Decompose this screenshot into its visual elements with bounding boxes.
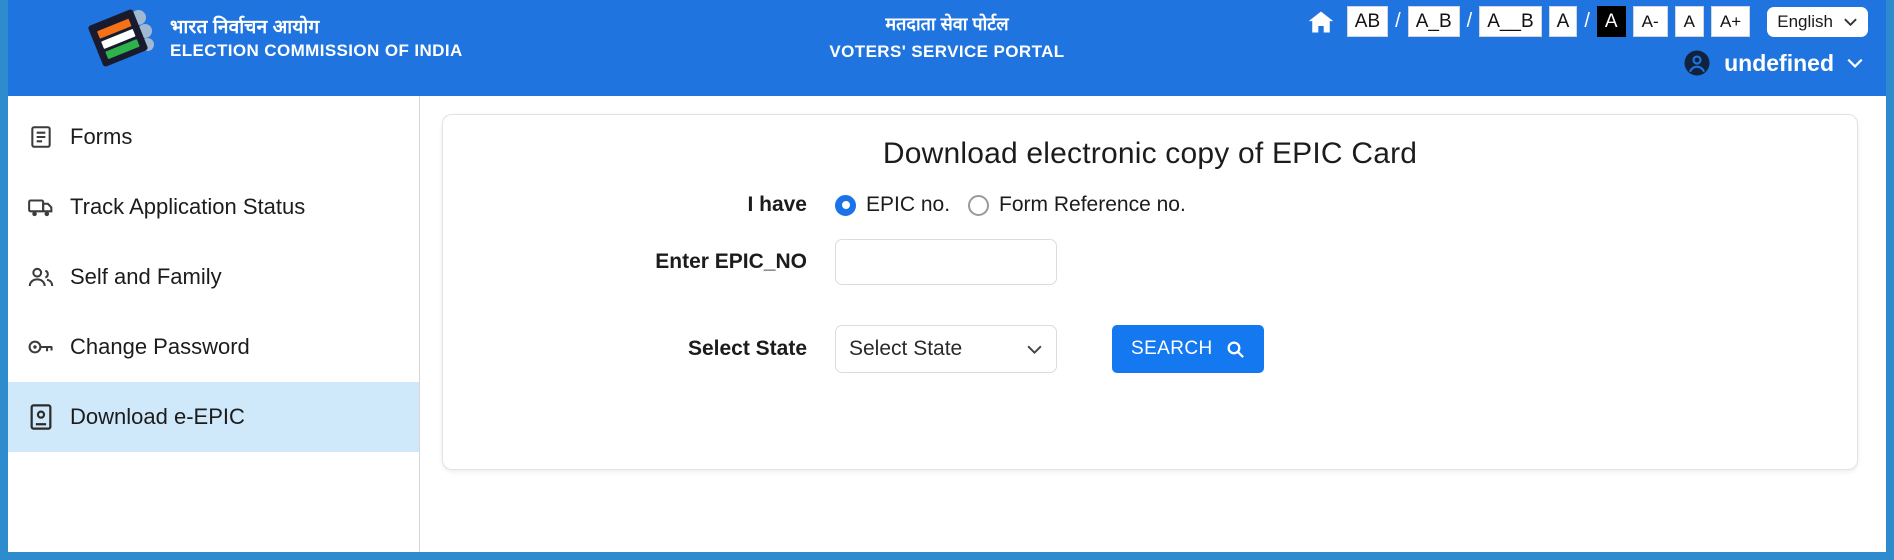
org-name-english: ELECTION COMMISSION OF INDIA bbox=[170, 41, 463, 61]
search-button[interactable]: SEARCH bbox=[1112, 325, 1264, 373]
key-icon bbox=[26, 332, 56, 362]
page-frame: भारत निर्वाचन आयोग ELECTION COMMISSION O… bbox=[0, 0, 1894, 560]
epic-no-label: Enter EPIC_NO bbox=[655, 250, 807, 273]
download-epic-card: Download electronic copy of EPIC Card I … bbox=[442, 114, 1858, 470]
sidebar-item-label: Forms bbox=[70, 124, 133, 149]
people-icon bbox=[26, 262, 56, 292]
account-name: undefined bbox=[1724, 49, 1834, 76]
letter-spacing-normal-button[interactable]: AB bbox=[1346, 6, 1389, 37]
brand-block: भारत निर्वाचन आयोग ELECTION COMMISSION O… bbox=[87, 8, 463, 70]
sidebar: Forms Track Application Status Self and … bbox=[8, 96, 420, 552]
select-state-label: Select State bbox=[687, 337, 807, 360]
sidebar-item-label: Track Application Status bbox=[70, 194, 306, 219]
search-icon bbox=[1227, 341, 1244, 358]
separator-1: / bbox=[1395, 10, 1401, 32]
account-menu[interactable]: undefined bbox=[1682, 48, 1864, 78]
site-header: भारत निर्वाचन आयोग ELECTION COMMISSION O… bbox=[8, 0, 1886, 96]
sidebar-item-track-application-status[interactable]: Track Application Status bbox=[8, 172, 419, 242]
i-have-label: I have bbox=[747, 193, 807, 216]
sidebar-item-label: Download e-EPIC bbox=[70, 404, 245, 429]
eci-logo-icon bbox=[87, 8, 154, 70]
font-decrease-button[interactable]: A- bbox=[1632, 6, 1668, 37]
accessibility-toolbar: AB / A_B / A__B A / A A- A A+ English bbox=[1306, 6, 1868, 37]
language-label: English bbox=[1777, 11, 1833, 31]
radio-option-form-reference-no[interactable]: Form Reference no. bbox=[968, 193, 1186, 217]
select-state-row: Select State Select State SEARCH bbox=[443, 325, 1857, 373]
sidebar-item-download-e-epic[interactable]: Download e-EPIC bbox=[8, 382, 419, 452]
i-have-row: I have EPIC no. Form Reference no. bbox=[443, 193, 1857, 217]
contrast-dark-button[interactable]: A bbox=[1596, 6, 1626, 37]
separator-2: / bbox=[1466, 10, 1473, 32]
app-window: भारत निर्वाचन आयोग ELECTION COMMISSION O… bbox=[8, 0, 1886, 552]
id-card-icon bbox=[26, 402, 56, 432]
i-have-radio-group: EPIC no. Form Reference no. bbox=[835, 193, 1186, 217]
radio-label: Form Reference no. bbox=[999, 193, 1186, 216]
contrast-light-button[interactable]: A bbox=[1548, 6, 1578, 37]
card-title: Download electronic copy of EPIC Card bbox=[882, 137, 1418, 170]
state-select[interactable]: Select State bbox=[835, 325, 1057, 373]
font-normal-button[interactable]: A bbox=[1674, 6, 1704, 37]
chevron-down-icon bbox=[1847, 58, 1863, 68]
sidebar-item-label: Self and Family bbox=[70, 264, 222, 289]
chevron-down-icon bbox=[1027, 345, 1042, 354]
radio-epic-no[interactable] bbox=[835, 194, 856, 216]
epic-no-row: Enter EPIC_NO bbox=[443, 239, 1857, 285]
letter-spacing-wide-button[interactable]: A__B bbox=[1479, 6, 1542, 37]
font-increase-button[interactable]: A+ bbox=[1710, 6, 1751, 37]
page-body: Forms Track Application Status Self and … bbox=[8, 96, 1886, 552]
account-circle-icon bbox=[1684, 50, 1710, 76]
radio-option-epic-no[interactable]: EPIC no. bbox=[835, 193, 950, 217]
forms-icon bbox=[26, 122, 56, 152]
home-icon[interactable] bbox=[1306, 8, 1336, 36]
sidebar-item-label: Change Password bbox=[70, 334, 250, 359]
state-select-value: Select State bbox=[849, 337, 963, 360]
separator-3: / bbox=[1584, 10, 1590, 32]
epic-no-input[interactable] bbox=[835, 239, 1057, 285]
radio-form-reference-no[interactable] bbox=[968, 194, 990, 216]
language-selector[interactable]: English bbox=[1767, 6, 1868, 37]
chevron-down-icon bbox=[1844, 18, 1857, 26]
sidebar-item-self-and-family[interactable]: Self and Family bbox=[8, 242, 419, 312]
radio-label: EPIC no. bbox=[866, 193, 951, 216]
sidebar-item-forms[interactable]: Forms bbox=[8, 102, 419, 172]
org-name-hindi: भारत निर्वाचन आयोग bbox=[170, 16, 320, 38]
search-button-label: SEARCH bbox=[1131, 338, 1213, 359]
main-content: Download electronic copy of EPIC Card I … bbox=[420, 96, 1886, 552]
sidebar-item-change-password[interactable]: Change Password bbox=[8, 312, 419, 382]
truck-icon bbox=[26, 192, 56, 222]
letter-spacing-medium-button[interactable]: A_B bbox=[1407, 6, 1460, 37]
brand-text: भारत निर्वाचन आयोग ELECTION COMMISSION O… bbox=[170, 15, 463, 64]
